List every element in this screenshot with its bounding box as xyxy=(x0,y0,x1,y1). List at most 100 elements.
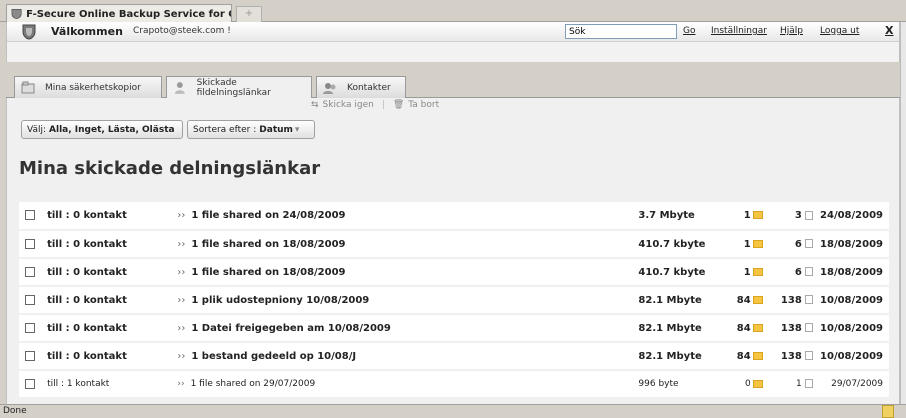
folder-icon xyxy=(752,211,763,219)
tab-label: Kontakter xyxy=(347,82,391,93)
list-item[interactable]: till : 0 kontakt ›› 1 Datei freigegeben am… xyxy=(19,314,889,342)
fsecure-shield-icon xyxy=(11,8,22,20)
folder-icon xyxy=(752,323,763,332)
list-item[interactable]: till : 0 kontakt ›› 1 plik udostepniony 10… xyxy=(19,286,889,314)
row-checkbox[interactable] xyxy=(25,322,35,333)
row-folders: 84 xyxy=(713,286,763,314)
share-user-icon xyxy=(174,82,185,94)
select-prefix: Välj: xyxy=(27,124,47,135)
expand-icon: ›› xyxy=(177,350,186,362)
close-button[interactable]: X xyxy=(885,24,893,37)
resend-icon: ⇆ xyxy=(311,100,319,110)
welcome-title: Välkommen xyxy=(51,25,123,38)
row-subject-link[interactable]: ›› 1 plik udostepniony 10/08/2009 xyxy=(177,286,638,314)
row-checkbox[interactable] xyxy=(25,238,35,249)
row-files: 1 xyxy=(763,370,813,398)
row-folders: 84 xyxy=(713,342,763,370)
row-date: 10/08/2009 xyxy=(820,322,883,334)
list-item[interactable]: till : 0 kontakt ›› 1 file shared on 18/08… xyxy=(19,230,889,258)
delete-button[interactable]: Ta bort xyxy=(408,100,439,110)
row-checkbox[interactable] xyxy=(25,210,35,220)
row-checkbox[interactable] xyxy=(25,378,35,389)
folder-icon xyxy=(752,295,763,304)
row-size: 3.7 Mbyte xyxy=(638,210,695,221)
list-item[interactable]: till : 1 kontakt ›› 1 file shared on 29/07… xyxy=(19,370,889,398)
browser-tabstrip: F-Secure Online Backup Service for C... … xyxy=(0,0,906,23)
row-files-count: 3 xyxy=(794,210,802,221)
tab-my-backups[interactable]: Mina säkerhetskopior xyxy=(14,76,162,98)
list-item[interactable]: till : 0 kontakt ›› 1 bestand gedeeld op 1… xyxy=(19,342,889,370)
divider: | xyxy=(381,100,385,110)
select-options: Alla, Inget, Lästa, Olästa xyxy=(49,124,175,135)
file-icon xyxy=(804,267,813,276)
go-button[interactable]: Go xyxy=(683,26,695,36)
row-files: 138 xyxy=(763,286,813,314)
row-subject-link[interactable]: ›› 1 file shared on 24/08/2009 xyxy=(177,202,638,230)
welcome-header: Välkommen Crapoto@steek.com ! Go Inställ… xyxy=(7,22,899,42)
row-subject-link[interactable]: ›› 1 file shared on 18/08/2009 xyxy=(177,258,638,286)
tab-label: Mina säkerhetskopior xyxy=(45,82,141,93)
row-subject-link[interactable]: ›› 1 Datei freigegeben am 10/08/2009 xyxy=(177,314,638,342)
row-date: 10/08/2009 xyxy=(820,350,883,362)
sort-dropdown[interactable]: Sortera efter : Datum ▾ xyxy=(187,120,315,139)
expand-icon: ›› xyxy=(177,238,186,250)
tab-sent-share-links[interactable]: Skickade fildelningslänkar xyxy=(166,76,312,99)
row-files: 6 xyxy=(763,230,813,258)
row-folders: 84 xyxy=(713,314,763,342)
file-icon xyxy=(804,295,813,304)
row-subject: 1 file shared on 18/08/2009 xyxy=(191,238,346,250)
row-size: 82.1 Mbyte xyxy=(638,294,702,306)
content-panel: ⇆ Skicka igen | 🗑 Ta bort Välj: Alla, In… xyxy=(6,98,900,404)
folder-icon xyxy=(752,351,763,360)
expand-icon: ›› xyxy=(177,322,186,334)
list-item[interactable]: till : 0 kontakt ›› 1 file shared on 18/08… xyxy=(19,258,889,286)
fsecure-logo-icon xyxy=(22,24,36,40)
file-icon xyxy=(804,351,813,360)
row-subject-link[interactable]: ›› 1 file shared on 29/07/2009 xyxy=(177,370,638,398)
row-date: 10/08/2009 xyxy=(820,294,883,306)
row-subject-link[interactable]: ›› 1 bestand gedeeld op 10/08/J xyxy=(177,342,638,370)
app-tabs: Mina säkerhetskopior Skickade fildelning… xyxy=(6,76,900,99)
row-files: 6 xyxy=(763,258,813,286)
row-size: 410.7 kbyte xyxy=(638,266,706,278)
row-date: 18/08/2009 xyxy=(820,238,883,250)
row-files-count: 138 xyxy=(780,350,802,362)
file-icon xyxy=(804,323,813,332)
row-subject: 1 file shared on 24/08/2009 xyxy=(191,210,346,221)
file-icon xyxy=(804,239,813,248)
row-subject: 1 plik udostepniony 10/08/2009 xyxy=(191,294,370,306)
select-filter-button[interactable]: Välj: Alla, Inget, Lästa, Olästa xyxy=(21,120,183,139)
row-subject: 1 file shared on 29/07/2009 xyxy=(190,379,316,389)
browser-tab[interactable]: F-Secure Online Backup Service for C... xyxy=(6,4,232,23)
row-files-count: 138 xyxy=(780,322,802,334)
chevron-down-icon: ▾ xyxy=(294,124,300,135)
resend-button[interactable]: Skicka igen xyxy=(323,100,374,110)
sort-value: Datum xyxy=(259,124,293,135)
help-link[interactable]: Hjälp xyxy=(780,26,803,36)
folder-icon xyxy=(752,239,763,248)
row-recipient: till : 1 kontakt xyxy=(47,379,110,389)
row-checkbox[interactable] xyxy=(25,294,35,305)
row-subject: 1 Datei freigegeben am 10/08/2009 xyxy=(191,322,391,334)
row-folders-count: 1 xyxy=(743,238,751,250)
row-files: 138 xyxy=(763,314,813,342)
new-tab-button[interactable]: + xyxy=(236,6,262,22)
row-checkbox[interactable] xyxy=(25,350,35,361)
row-folders-count: 84 xyxy=(736,350,751,362)
search-input[interactable] xyxy=(565,24,677,39)
settings-link[interactable]: Inställningar xyxy=(711,26,767,36)
tab-contacts[interactable]: Kontakter xyxy=(316,76,406,98)
file-icon xyxy=(804,210,813,220)
scrollbar[interactable] xyxy=(900,22,906,404)
row-date: 18/08/2009 xyxy=(820,266,883,278)
logout-link[interactable]: Logga ut xyxy=(820,26,859,36)
row-subject-link[interactable]: ›› 1 file shared on 18/08/2009 xyxy=(177,230,638,258)
row-folders-count: 84 xyxy=(736,294,751,306)
row-size: 82.1 Mbyte xyxy=(638,350,702,362)
row-size: 410.7 kbyte xyxy=(638,238,706,250)
list-item[interactable]: till : 0 kontakt ›› 1 file shared on 24/08… xyxy=(19,202,889,230)
row-folders-count: 1 xyxy=(743,210,751,221)
row-checkbox[interactable] xyxy=(25,266,35,277)
row-recipient: till : 0 kontakt xyxy=(47,294,127,306)
row-folders: 1 xyxy=(713,258,763,286)
